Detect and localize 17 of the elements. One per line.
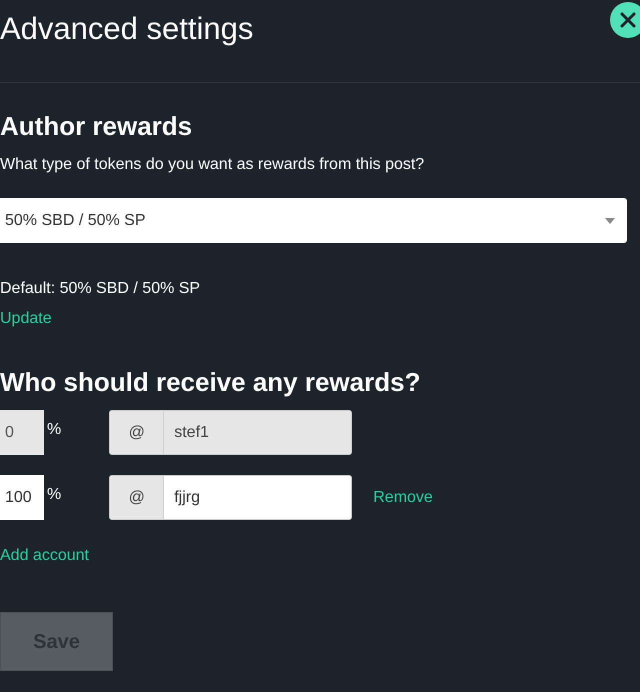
token-select[interactable]: 50% SBD / 50% SP [0, 198, 627, 243]
section-heading: Who should receive any rewards? [0, 366, 420, 398]
default-text: Default: 50% SBD / 50% SP [0, 280, 200, 297]
dialog-title: Advanced settings [0, 10, 254, 48]
caret-icon [605, 218, 615, 224]
add-account-link[interactable]: Add account [0, 547, 89, 564]
account-field[interactable]: @ fjjrg [109, 475, 352, 520]
percent-sign: % [47, 420, 62, 440]
at-sign-addon: @ [110, 411, 164, 454]
remove-link[interactable]: Remove [373, 486, 433, 510]
percent-input[interactable]: 100 [0, 475, 44, 520]
section-heading: Author rewards [0, 110, 192, 142]
percent-sign: % [47, 485, 62, 505]
update-link[interactable]: Update [0, 310, 52, 327]
question-text: What type of tokens do you want as rewards from this post? [0, 156, 424, 173]
close-icon[interactable] [610, 2, 640, 38]
at-sign-addon: @ [110, 476, 164, 519]
